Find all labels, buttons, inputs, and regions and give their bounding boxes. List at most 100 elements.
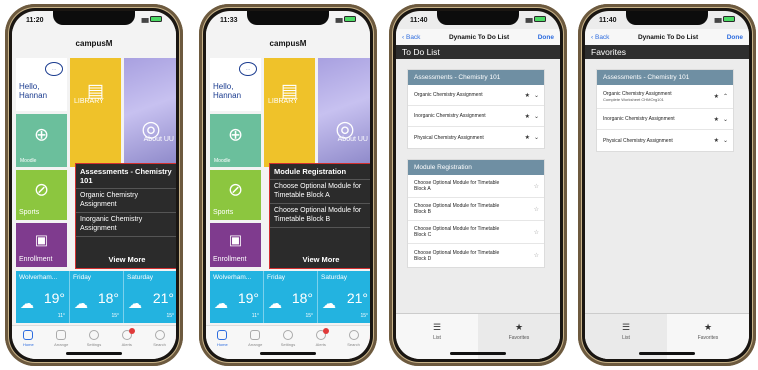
enrollment-tile[interactable]: ▣ Enrollment [16,223,67,267]
chevron-down-icon[interactable]: ⌄ [534,92,539,99]
done-button[interactable]: Done [538,34,554,41]
tab-label: Alerts [315,342,326,347]
popup-row[interactable]: Inorganic Chemistry Assignment [76,213,176,237]
star-icon[interactable]: ★ [714,116,719,123]
library-tile[interactable]: ▤ LIBRARY [70,58,121,167]
cloud-icon: ☁ [268,295,282,311]
signal-icon: ▮▮▮ [335,18,343,24]
home-indicator [450,352,506,355]
star-icon: ★ [514,322,524,332]
search-icon [348,330,359,340]
view-more-button[interactable]: View More [270,255,370,264]
phone-4-screen: 11:40 ▮▮▮ ‹ Back Dynamic To Do List Done… [585,11,749,359]
list-item[interactable]: Physical Chemistry Assignment ★ ⌄ [597,130,733,151]
list-item-label: Organic Chemistry Assignment [414,92,483,98]
chevron-down-icon[interactable]: ⌄ [723,137,728,144]
weather-day-label: Wolverham... [19,274,58,281]
phone-3: 11:40 ▮▮▮ ‹ Back Dynamic To Do List Done… [389,4,567,366]
module-registration-popup[interactable]: Module Registration Choose Optional Modu… [269,163,370,269]
star-icon: ★ [703,322,713,332]
star-icon[interactable]: ★ [714,93,719,100]
tab-search[interactable]: Search [340,330,368,359]
list-item[interactable]: Choose Optional Module for Timetable Blo… [408,175,544,198]
weather-low: 15° [111,313,119,319]
gear-icon [282,330,293,340]
tab-label: Settings [86,342,102,347]
star-icon[interactable]: ★ [525,113,530,120]
list-item[interactable]: Organic Chemistry Assignment ★ ⌄ [408,85,544,106]
status-time: 11:33 [220,16,238,24]
star-icon[interactable]: ★ [714,137,719,144]
weather-tile[interactable]: Wolverham... ☁ 19° 11° Friday ☁ 18° 15° … [16,271,176,323]
star-outline-icon[interactable]: ☆ [534,206,539,213]
star-outline-icon[interactable]: ☆ [534,183,539,190]
notch [437,11,519,25]
chevron-down-icon[interactable]: ⌄ [723,116,728,123]
tab-label: Alerts [121,342,132,347]
arrange-icon [250,330,261,340]
tab-home[interactable]: Home [208,330,236,359]
hello-tile[interactable]: ··· Hello, Hannan [16,58,67,111]
view-more-button[interactable]: View More [76,255,176,264]
assessments-popup[interactable]: Assessments - Chemistry 101 Organic Chem… [75,163,176,269]
list-item[interactable]: Physical Chemistry Assignment ★ ⌄ [408,127,544,148]
weather-day-label: Friday [73,274,92,281]
notch [53,11,135,25]
enrollment-tile[interactable]: ▣ Enrollment [210,223,261,267]
chevron-down-icon[interactable]: ⌄ [534,113,539,120]
assessments-card: Assessments - Chemistry 101 Organic Chem… [407,69,545,149]
favorites-card: Assessments - Chemistry 101 Organic Chem… [596,69,734,152]
gear-icon [88,330,99,340]
speech-bubble-icon: ··· [239,62,257,76]
tab-home[interactable]: Home [14,330,42,359]
tab-label: Search [347,342,360,347]
sports-tile[interactable]: ⊘ Sports [210,170,261,220]
list-item[interactable]: Organic Chemistry Assignment Complete Wor… [597,85,733,109]
about-tile[interactable]: ◎ About UU [124,58,176,167]
moodle-tile[interactable]: ⊕ Moodle [16,114,67,167]
tab-search[interactable]: Search [146,330,174,359]
popup-row[interactable]: Choose Optional Module for Timetable Blo… [270,180,370,204]
globe-icon: ⊕ [33,124,50,145]
home-icon [217,330,228,340]
home-indicator [66,352,122,355]
battery-icon [150,16,162,22]
list-item[interactable]: Inorganic Chemistry Assignment ★ ⌄ [597,109,733,130]
list-item[interactable]: Choose Optional Module for Timetable Blo… [408,221,544,244]
star-icon[interactable]: ★ [525,134,530,141]
list-item-label: Choose Optional Module for Timetable Blo… [414,226,500,238]
about-label: About UU [143,136,174,143]
done-button[interactable]: Done [727,34,743,41]
weather-temp: 19° [237,290,259,306]
home-icon [23,330,34,340]
star-outline-icon[interactable]: ☆ [534,252,539,259]
about-tile[interactable]: ◎ About UU [318,58,370,167]
back-button[interactable]: ‹ Back [402,34,420,41]
enrollment-label: Enrollment [213,256,247,263]
list-item[interactable]: Inorganic Chemistry Assignment ★ ⌄ [408,106,544,127]
sports-tile[interactable]: ⊘ Sports [16,170,67,220]
library-label: LIBRARY [74,98,104,105]
library-tile[interactable]: ▤ LIBRARY [264,58,315,167]
battery-icon [534,16,546,22]
back-button[interactable]: ‹ Back [591,34,609,41]
chevron-up-icon[interactable]: ⌃ [723,93,728,100]
list-item[interactable]: Choose Optional Module for Timetable Blo… [408,198,544,221]
moodle-tile[interactable]: ⊕ Moodle [210,114,261,167]
about-label: About UU [337,136,368,143]
popup-row[interactable]: Organic Chemistry Assignment [76,189,176,213]
popup-header: Assessments - Chemistry 101 [76,164,176,189]
star-outline-icon[interactable]: ☆ [534,229,539,236]
signal-icon: ▮▮▮ [141,18,149,24]
hello-tile[interactable]: ··· Hello, Hannan [210,58,261,111]
weather-tile[interactable]: Wolverham... ☁ 19° 11° Friday ☁ 18° 15° … [210,271,370,323]
page-header: Favorites [585,45,749,59]
nav-bar: ‹ Back Dynamic To Do List Done [585,29,749,45]
star-icon[interactable]: ★ [525,92,530,99]
popup-row[interactable]: Choose Optional Module for Timetable Blo… [270,204,370,228]
cloud-icon: ☁ [214,295,228,311]
moodle-label: Moodle [214,158,231,164]
chevron-down-icon[interactable]: ⌄ [534,134,539,141]
list-item[interactable]: Choose Optional Module for Timetable Blo… [408,244,544,267]
list-item-label: Choose Optional Module for Timetable Blo… [414,180,500,192]
